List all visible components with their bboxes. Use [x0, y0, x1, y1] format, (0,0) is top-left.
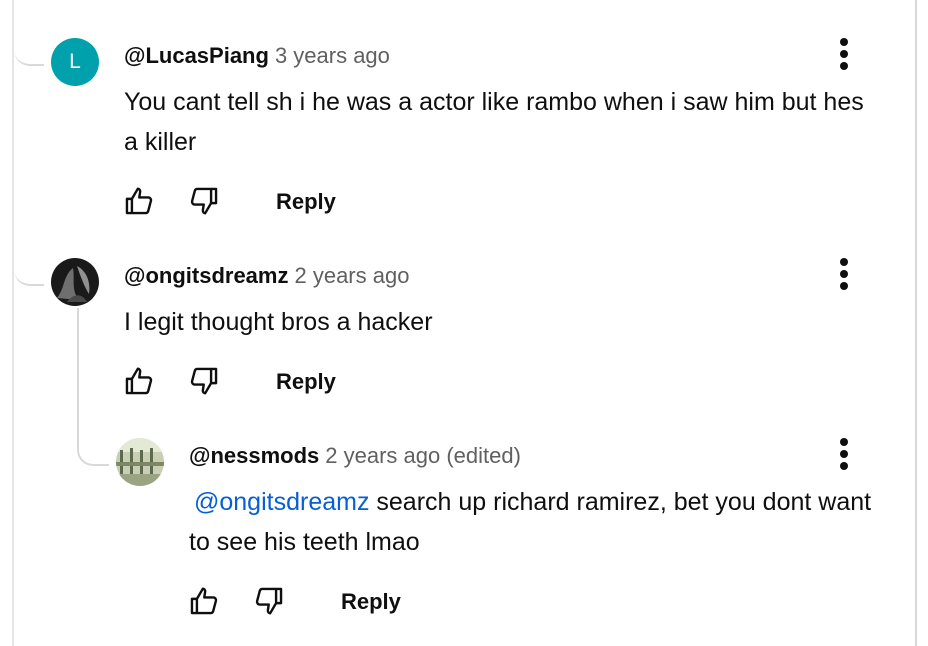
- thumb-down-icon[interactable]: [252, 584, 286, 618]
- comment-timestamp[interactable]: 3 years ago: [275, 43, 390, 68]
- comment-header: @ongitsdreamz 2 years ago: [124, 263, 409, 289]
- left-divider: [12, 0, 14, 646]
- thumb-down-icon[interactable]: [187, 184, 221, 218]
- reply-connector: [77, 420, 109, 466]
- comment-author[interactable]: @nessmods: [189, 443, 319, 468]
- reply-button[interactable]: Reply: [341, 589, 401, 615]
- comment-text: You cant tell sh i he was a actor like r…: [124, 88, 864, 156]
- comment-author[interactable]: @LucasPiang: [124, 43, 269, 68]
- reply-button[interactable]: Reply: [276, 369, 336, 395]
- comment-timestamp[interactable]: 2 years ago (edited): [325, 443, 521, 468]
- thumb-up-icon[interactable]: [122, 184, 156, 218]
- more-vert-icon[interactable]: [834, 436, 854, 472]
- avatar-image: [116, 438, 164, 486]
- avatar-letter: L: [69, 50, 81, 73]
- thread-connector: [14, 240, 44, 286]
- thumb-up-icon[interactable]: [122, 364, 156, 398]
- comment-text: @ongitsdreamz search up richard ramirez,…: [189, 482, 889, 562]
- right-divider: [915, 0, 917, 646]
- reply-button[interactable]: Reply: [276, 189, 336, 215]
- comment-header: @nessmods 2 years ago (edited): [189, 443, 521, 469]
- more-vert-icon[interactable]: [834, 256, 854, 292]
- thumb-up-icon[interactable]: [187, 584, 221, 618]
- avatar-image: [51, 258, 99, 306]
- comment-timestamp[interactable]: 2 years ago: [294, 263, 409, 288]
- comment-author[interactable]: @ongitsdreamz: [124, 263, 288, 288]
- mention-link[interactable]: @ongitsdreamz: [194, 488, 369, 516]
- comment-text: I legit thought bros a hacker: [124, 308, 433, 336]
- avatar[interactable]: L: [51, 38, 99, 86]
- comment-header: @LucasPiang 3 years ago: [124, 43, 390, 69]
- more-vert-icon[interactable]: [834, 36, 854, 72]
- avatar[interactable]: [116, 438, 164, 486]
- thumb-down-icon[interactable]: [187, 364, 221, 398]
- thread-connector: [14, 20, 44, 66]
- avatar[interactable]: [51, 258, 99, 306]
